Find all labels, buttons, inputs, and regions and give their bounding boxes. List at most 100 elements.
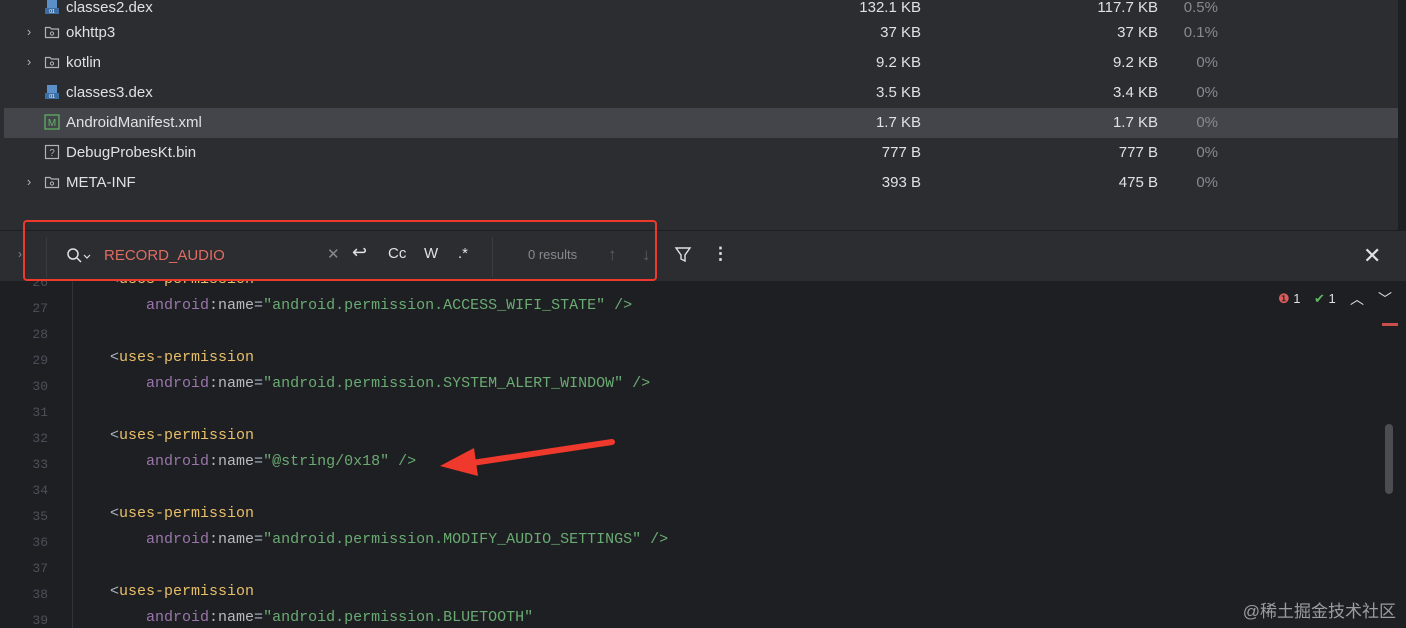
size-percent: 0.5% xyxy=(1183,0,1218,16)
previous-occurrence-icon[interactable]: ↑ xyxy=(608,245,617,265)
dex-file-icon: 01 xyxy=(44,84,60,100)
line-number: 30 xyxy=(32,379,48,394)
raw-file-size: 9.2 KB xyxy=(875,54,921,71)
file-row[interactable]: M AndroidManifest.xml 1.7 KB 1.7 KB 0% xyxy=(4,108,1398,138)
xml-close: /> xyxy=(641,531,669,548)
download-size: 37 KB xyxy=(1117,24,1158,41)
xml-value: "android.permission.ACCESS_WIFI_STATE" xyxy=(263,297,606,314)
line-number: 36 xyxy=(32,535,48,550)
expand-chevron-icon[interactable]: › xyxy=(22,55,36,69)
code-line[interactable]: <uses-permission xyxy=(110,281,254,288)
line-number: 27 xyxy=(32,301,48,316)
line-number: 34 xyxy=(32,483,48,498)
xml-attribute: name xyxy=(218,375,255,392)
unknown-file-icon: ? xyxy=(44,144,60,160)
table-border xyxy=(1398,0,1406,230)
folder-icon xyxy=(44,54,60,70)
download-size: 117.7 KB xyxy=(1097,0,1158,16)
xml-equals: = xyxy=(254,297,264,314)
error-stripe-mark[interactable] xyxy=(1382,323,1398,326)
download-size: 3.4 KB xyxy=(1112,84,1158,101)
xml-tag: uses-permission xyxy=(119,583,255,600)
raw-file-size: 3.5 KB xyxy=(875,84,921,101)
xml-close: /> xyxy=(389,453,417,470)
more-options-icon[interactable]: ⋮ xyxy=(712,244,729,264)
xml-equals: = xyxy=(254,453,264,470)
xml-attribute: name xyxy=(218,609,255,626)
xml-namespace: android xyxy=(146,531,210,548)
line-number: 32 xyxy=(32,431,48,446)
code-line[interactable]: <uses-permission xyxy=(110,427,254,444)
svg-text:M: M xyxy=(48,118,56,129)
line-number: 35 xyxy=(32,509,48,524)
search-input[interactable] xyxy=(104,244,314,266)
line-number: 31 xyxy=(32,405,48,420)
xml-colon: : xyxy=(209,297,219,314)
file-row[interactable]: 01 classes3.dex 3.5 KB 3.4 KB 0% xyxy=(4,78,1398,108)
svg-text:?: ? xyxy=(49,148,55,159)
xml-tag: uses-permission xyxy=(119,349,255,366)
xml-namespace: android xyxy=(146,297,210,314)
code-line[interactable]: <uses-permission xyxy=(110,505,254,522)
expand-chevron-icon[interactable]: › xyxy=(22,25,36,39)
xml-colon: : xyxy=(209,609,219,626)
error-count[interactable]: ❶ 1 xyxy=(1278,291,1301,307)
filter-icon[interactable] xyxy=(674,246,692,264)
folder-icon xyxy=(44,24,60,40)
download-size: 1.7 KB xyxy=(1112,114,1158,131)
raw-file-size: 393 B xyxy=(881,174,921,191)
apk-file-table: 01 classes2.dex 132.1 KB 117.7 KB 0.5% › okhtt… xyxy=(0,0,1406,230)
code-line[interactable]: android:name="android.permission.SYSTEM_… xyxy=(146,375,650,392)
warning-count[interactable]: ✔ 1 xyxy=(1314,291,1336,307)
expand-chevron-icon[interactable]: › xyxy=(22,175,36,189)
xml-bracket: < xyxy=(110,349,120,366)
previous-highlight-icon[interactable]: ︿ xyxy=(1350,289,1364,309)
xml-colon: : xyxy=(209,453,219,470)
close-search-icon[interactable]: ✕ xyxy=(1363,243,1381,269)
download-size: 777 B xyxy=(1118,144,1158,161)
dex-file-icon: 01 xyxy=(44,0,60,15)
xml-bracket: < xyxy=(110,505,120,522)
regex-button[interactable]: .* xyxy=(458,245,468,262)
raw-file-size: 1.7 KB xyxy=(875,114,921,131)
next-occurrence-icon[interactable]: ↓ xyxy=(642,245,651,265)
file-name: DebugProbesKt.bin xyxy=(66,144,197,161)
svg-text:01: 01 xyxy=(49,94,55,100)
xml-tag: uses-permission xyxy=(119,427,255,444)
size-percent: 0% xyxy=(1196,114,1218,131)
code-line[interactable]: android:name="android.permission.MODIFY_… xyxy=(146,531,668,548)
file-row[interactable]: › okhttp3 37 KB 37 KB 0.1% xyxy=(4,18,1398,48)
xml-value: "android.permission.BLUETOOTH" xyxy=(263,609,534,626)
code-line[interactable]: android:name="@string/0x18" /> xyxy=(146,453,416,470)
code-line[interactable]: <uses-permission xyxy=(110,349,254,366)
file-row[interactable]: › kotlin 9.2 KB 9.2 KB 0% xyxy=(4,48,1398,78)
raw-file-size: 777 B xyxy=(881,144,921,161)
search-history-icon[interactable] xyxy=(66,247,92,265)
xml-attribute: name xyxy=(218,531,255,548)
match-case-button[interactable]: Cc xyxy=(388,245,406,262)
vertical-scrollbar[interactable] xyxy=(1385,424,1393,494)
words-button[interactable]: W xyxy=(424,245,438,262)
raw-file-size: 132.1 KB xyxy=(859,0,921,16)
line-number: 39 xyxy=(32,613,48,628)
file-row[interactable]: › META-INF 393 B 475 B 0% xyxy=(4,168,1398,198)
find-in-file-bar: › ✕ ↩ Cc W .* 0 results ↑ ↓ ⋮ ✕ xyxy=(0,230,1406,282)
line-number: 37 xyxy=(32,561,48,576)
code-editor[interactable]: ❶ 1 ✔ 1 ︿ ﹀ 26<uses-permission27android:… xyxy=(0,281,1406,628)
xml-namespace: android xyxy=(146,453,210,470)
expand-replace-icon[interactable]: › xyxy=(18,247,22,261)
download-size: 475 B xyxy=(1118,174,1158,191)
code-line[interactable]: <uses-permission xyxy=(110,583,254,600)
xml-value: "android.permission.SYSTEM_ALERT_WINDOW" xyxy=(263,375,624,392)
code-line[interactable]: android:name="android.permission.BLUETOO… xyxy=(146,609,533,626)
indent-guide xyxy=(72,281,73,628)
new-line-toggle-icon[interactable]: ↩ xyxy=(352,242,367,263)
xml-bracket: < xyxy=(110,583,120,600)
file-row[interactable]: ? DebugProbesKt.bin 777 B 777 B 0% xyxy=(4,138,1398,168)
xml-close: /> xyxy=(623,375,651,392)
next-highlight-icon[interactable]: ﹀ xyxy=(1378,289,1392,309)
clear-search-icon[interactable]: ✕ xyxy=(327,245,340,263)
line-number: 29 xyxy=(32,353,48,368)
code-line[interactable]: android:name="android.permission.ACCESS_… xyxy=(146,297,632,314)
xml-equals: = xyxy=(254,375,264,392)
